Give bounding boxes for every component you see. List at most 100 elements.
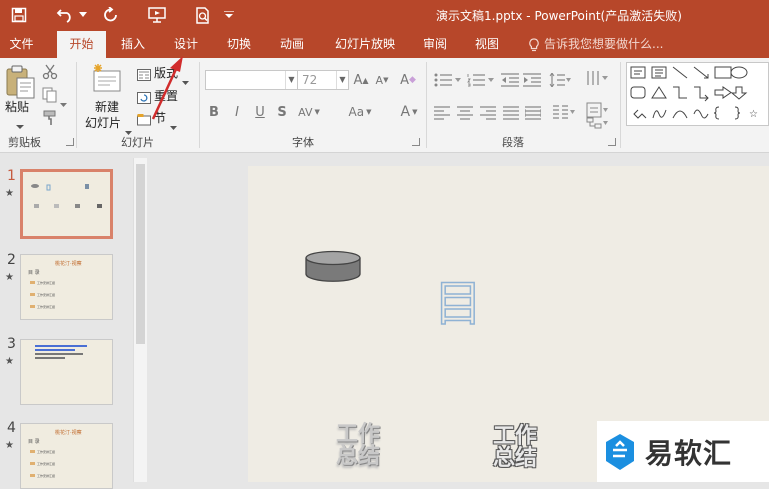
tab-home[interactable]: 开始 (57, 31, 106, 58)
slides-group-label: 幻灯片 (121, 136, 154, 149)
bold-button[interactable]: B (206, 102, 222, 122)
cut-icon[interactable] (42, 64, 58, 84)
increase-indent-icon[interactable] (523, 72, 541, 91)
numbering-icon[interactable] (467, 72, 495, 91)
tab-transitions[interactable]: 切换 (219, 31, 259, 58)
font-size-value: 72 (302, 73, 318, 87)
eraser-icon: ◆ (408, 75, 416, 85)
new-slide-label-2[interactable]: 幻灯片 (85, 114, 121, 131)
tab-file[interactable]: 文件 (0, 31, 43, 58)
decrease-indent-icon[interactable] (501, 72, 519, 91)
undo-dropdown-icon[interactable] (76, 4, 90, 26)
slide-thumbnail-2[interactable]: 桃花汀·视察 目 录 工作安排汇报 工作安排汇报 工作安排汇报 (20, 254, 113, 320)
tab-insert[interactable]: 插入 (113, 31, 153, 58)
font-launcher-icon[interactable] (412, 138, 420, 146)
text-shadow-button[interactable]: S (274, 102, 290, 122)
tab-view[interactable]: 视图 (467, 31, 507, 58)
thumb-text-line (35, 357, 65, 359)
thumb-text-line (35, 349, 75, 351)
thumb-item-2: 工作安排汇报 (37, 462, 56, 466)
thumb-item-1: 工作安排汇报 (37, 281, 56, 285)
paragraph-launcher-icon[interactable] (608, 138, 616, 146)
ribbon-tabs: 文件 开始 插入 设计 切换 动画 幻灯片放映 审阅 视图 告诉我您想要做什么.… (0, 31, 769, 58)
slide-thumbnail-3[interactable] (20, 339, 113, 405)
tab-slideshow[interactable]: 幻灯片放映 (329, 31, 401, 58)
font-name-dropdown-icon[interactable]: ▼ (285, 71, 297, 89)
layout-icon[interactable] (137, 66, 151, 85)
thumb-item-1: 工作安排汇报 (37, 450, 56, 454)
scrollbar-thumb[interactable] (136, 164, 145, 344)
copy-icon[interactable] (42, 87, 58, 107)
cylinder-shape[interactable] (304, 250, 362, 284)
text-direction-icon[interactable] (586, 70, 610, 90)
start-from-beginning-icon[interactable] (144, 4, 170, 26)
slide-text-b[interactable]: 工作总结 (493, 426, 543, 470)
tell-me-box[interactable]: 告诉我您想要做什么... (528, 31, 663, 58)
change-case-button[interactable]: Aa ▼ (346, 102, 374, 122)
format-painter-icon[interactable] (42, 110, 58, 130)
paste-dropdown-icon[interactable] (16, 115, 24, 134)
grow-font-button[interactable]: A ▲ (352, 70, 370, 90)
shrink-arrow-icon: ▼ (383, 76, 389, 84)
print-preview-icon[interactable] (190, 4, 216, 26)
paste-label[interactable]: 粘贴 (5, 98, 29, 115)
redo-icon[interactable] (98, 4, 124, 26)
line-spacing-icon[interactable] (549, 72, 571, 91)
distributed-align-icon[interactable] (524, 105, 542, 124)
thumb-bullet (30, 293, 35, 296)
convert-smartart-icon[interactable] (586, 114, 610, 133)
columns-icon[interactable] (552, 104, 576, 124)
shapes-gallery[interactable]: ☆ (626, 62, 769, 130)
clear-formatting-button[interactable]: A ◆ (397, 70, 419, 90)
paragraph-group-label: 段落 (502, 136, 524, 149)
thumb-toc-label: 目 录 (28, 439, 40, 445)
align-center-icon[interactable] (457, 105, 473, 124)
font-name-combo[interactable]: ▼ (205, 70, 298, 90)
thumb-text-line (35, 353, 83, 355)
section-icon[interactable] (137, 111, 151, 130)
animation-star-icon: ★ (5, 272, 14, 283)
thumb-text-line (35, 345, 87, 347)
case-dropdown-icon: ▼ (366, 108, 372, 116)
font-color-button[interactable]: A ▼ (396, 102, 422, 122)
watermark-logo-icon (606, 433, 634, 470)
animation-star-icon: ★ (5, 440, 14, 451)
copy-dropdown-icon[interactable] (60, 92, 67, 111)
clipboard-launcher-icon[interactable] (66, 138, 74, 146)
slide-thumbnail-1[interactable] (20, 169, 113, 239)
spacing-dropdown-icon: ▼ (314, 108, 320, 116)
font-size-dropdown-icon[interactable]: ▼ (336, 71, 348, 89)
annotation-arrow (151, 56, 183, 120)
save-icon[interactable] (6, 4, 32, 26)
reset-icon[interactable] (137, 89, 151, 108)
undo-icon[interactable] (52, 4, 78, 26)
tab-animations[interactable]: 动画 (272, 31, 312, 58)
bullets-icon[interactable] (434, 72, 462, 91)
svg-text:☆: ☆ (749, 109, 758, 120)
underline-button[interactable]: U (252, 102, 268, 122)
group-divider (76, 62, 77, 148)
slide-thumbnail-4[interactable]: 桃花汀·视察 目 录 工作安排汇报 工作安排汇报 工作安排汇报 (20, 423, 113, 489)
slide-text-a[interactable]: 工作总结 (336, 424, 386, 468)
window-title: 演示文稿1.pptx - PowerPoint(产品激活失败) (436, 9, 682, 23)
slide-outline-character[interactable]: 目 (433, 264, 483, 334)
customize-toolbar-icon[interactable] (222, 4, 236, 26)
lightbulb-icon (529, 37, 539, 51)
font-size-combo[interactable]: 72 ▼ (297, 70, 349, 90)
italic-button[interactable]: I (229, 102, 245, 122)
thumbnail-scrollbar[interactable] (133, 158, 147, 482)
tab-review[interactable]: 审阅 (415, 31, 455, 58)
new-slide-label-1[interactable]: 新建 (95, 98, 119, 115)
align-left-icon[interactable] (434, 105, 450, 124)
animation-star-icon: ★ (5, 188, 14, 199)
animation-star-icon: ★ (5, 356, 14, 367)
character-spacing-button[interactable]: AV ▼ (296, 102, 322, 122)
tell-me-placeholder: 告诉我您想要做什么... (544, 37, 664, 51)
thumb-title: 桃花汀·视察 (55, 261, 82, 267)
align-right-icon[interactable] (480, 105, 496, 124)
shrink-font-button[interactable]: A ▼ (373, 70, 391, 90)
watermark-text: 易软汇 (645, 436, 733, 470)
thumb-bullet (30, 462, 35, 465)
justify-icon[interactable] (503, 105, 519, 124)
new-slide-icon[interactable] (92, 64, 122, 98)
